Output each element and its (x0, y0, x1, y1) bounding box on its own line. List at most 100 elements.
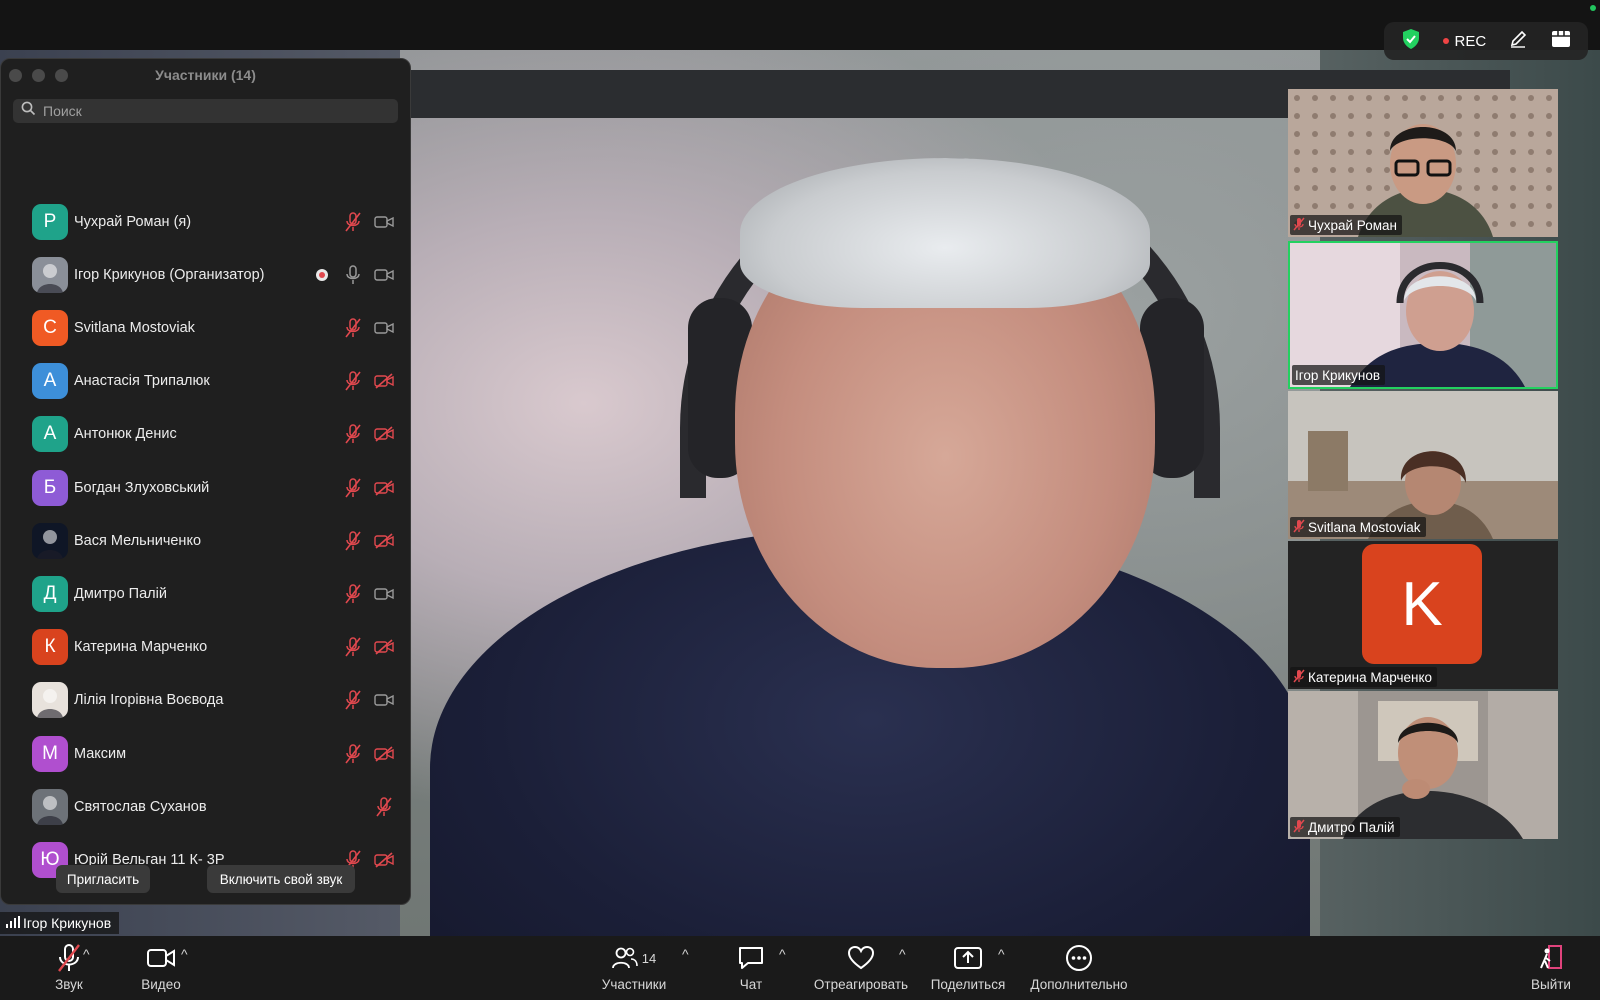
avatar: Р (32, 203, 68, 240)
video-thumbnails: Чухрай Роман Ігор Крикунов Svitlana Most… (1288, 89, 1558, 843)
thumbnail-avatar-initial: K (1401, 569, 1443, 639)
mic-muted-icon[interactable] (342, 743, 364, 765)
more-button[interactable]: Дополнительно (1024, 936, 1134, 1000)
camera-off-icon[interactable] (373, 530, 395, 552)
thumbnail-name: Дмитро Палій (1308, 819, 1395, 835)
chat-options-caret-icon[interactable]: ^ (779, 946, 786, 962)
thumbnail-label: Дмитро Палій (1290, 817, 1400, 837)
participant-name: Богдан Злуховський (74, 479, 210, 496)
participant-row[interactable]: С Svitlana Mostoviak (1, 301, 410, 354)
camera-off-icon[interactable] (373, 849, 395, 871)
leave-button[interactable]: Выйти (1520, 936, 1582, 1000)
audio-label: Звук (55, 977, 83, 992)
mic-muted-icon (55, 942, 83, 974)
mic-muted-icon[interactable] (342, 211, 364, 233)
mic-muted-icon[interactable] (342, 689, 364, 711)
audio-button[interactable]: Звук (34, 936, 104, 1000)
camera-off-icon[interactable] (373, 423, 395, 445)
participant-row[interactable]: Святослав Суханов (1, 780, 410, 833)
camera-off-icon[interactable] (373, 477, 395, 499)
active-speaker-name: Ігор Крикунов (23, 915, 112, 931)
mic-muted-icon[interactable] (342, 317, 364, 339)
react-options-caret-icon[interactable]: ^ (899, 946, 906, 962)
share-button[interactable]: Поделиться (928, 936, 1008, 1000)
camera-icon[interactable] (373, 689, 395, 711)
camera-icon[interactable] (373, 264, 395, 286)
camera-icon[interactable] (373, 211, 395, 233)
camera-icon[interactable] (373, 317, 395, 339)
camera-off-icon[interactable] (373, 743, 395, 765)
participant-name: Святослав Суханов (74, 798, 207, 815)
camera-off-icon[interactable] (373, 370, 395, 392)
thumbnail-name: Катерина Марченко (1308, 669, 1433, 685)
zoom-window-button[interactable] (55, 69, 68, 82)
avatar: А (32, 363, 68, 400)
participant-row[interactable]: Б Богдан Злуховський (1, 461, 410, 514)
chat-bubble-icon (737, 942, 765, 974)
participant-row[interactable]: Р Чухрай Роман (я) (1, 195, 410, 248)
mic-muted-icon[interactable] (373, 796, 395, 818)
more-label: Дополнительно (1030, 977, 1128, 992)
avatar: К (32, 629, 68, 666)
mic-muted-icon[interactable] (342, 370, 364, 392)
mic-muted-icon[interactable] (342, 583, 364, 605)
unmute-self-button[interactable]: Включить свой звук (207, 865, 355, 893)
mic-muted-icon[interactable] (342, 636, 364, 658)
participants-options-caret-icon[interactable]: ^ (682, 946, 689, 962)
thumbnail-avatar: K (1362, 544, 1482, 664)
mic-muted-icon (1293, 519, 1305, 536)
search-icon (21, 101, 36, 121)
annotate-pencil-icon[interactable] (1508, 29, 1528, 54)
thumbnail-tile[interactable]: Дмитро Палій (1288, 691, 1558, 839)
participant-row[interactable]: Лілія Ігорівна Воєвода (1, 674, 410, 727)
mic-muted-icon[interactable] (342, 477, 364, 499)
recording-dot-icon (1443, 38, 1450, 44)
participant-name: Чухрай Роман (я) (74, 213, 192, 230)
avatar: Б (32, 469, 68, 506)
participant-name: Катерина Марченко (74, 639, 208, 656)
meeting-toolbar: Звук ^ Видео ^ 14 Участники ^ Чат ^ Отре… (0, 936, 1600, 1000)
invite-button[interactable]: Пригласить (56, 865, 150, 893)
video-options-caret-icon[interactable]: ^ (181, 946, 188, 962)
thumbnail-label: Ігор Крикунов (1292, 365, 1386, 385)
thumbnail-tile-active-speaker[interactable]: Ігор Крикунов (1288, 241, 1558, 389)
thumbnail-label: Чухрай Роман (1290, 215, 1402, 235)
recording-indicator[interactable]: REC (1443, 33, 1486, 50)
active-speaker-label: Ігор Крикунов (0, 912, 120, 934)
audio-options-caret-icon[interactable]: ^ (83, 946, 90, 962)
participant-row[interactable]: А Антонюк Денис (1, 408, 410, 461)
react-label: Отреагировать (813, 977, 909, 992)
camera-off-icon[interactable] (373, 636, 395, 658)
search-input[interactable] (43, 103, 383, 119)
avatar (32, 788, 68, 825)
participant-row[interactable]: Ігор Крикунов (Организатор) (1, 248, 410, 301)
participant-name: Ігор Крикунов (Организатор) (74, 266, 265, 283)
mic-muted-icon[interactable] (342, 423, 364, 445)
share-options-caret-icon[interactable]: ^ (998, 946, 1005, 962)
minimize-window-button[interactable] (32, 69, 45, 82)
participant-row[interactable]: Вася Мельниченко (1, 514, 410, 567)
view-grid-icon[interactable] (1551, 30, 1571, 53)
avatar: А (32, 416, 68, 453)
security-shield-icon[interactable] (1401, 28, 1421, 55)
avatar (32, 256, 68, 293)
participant-name: Антонюк Денис (74, 426, 177, 443)
mic-icon[interactable] (342, 264, 364, 286)
heart-icon (847, 942, 875, 974)
participant-row[interactable]: К Катерина Марченко (1, 621, 410, 674)
mic-muted-icon (1293, 669, 1305, 686)
thumbnail-name: Svitlana Mostoviak (1308, 519, 1421, 535)
thumbnail-tile[interactable]: Чухрай Роман (1288, 89, 1558, 237)
mic-muted-icon[interactable] (342, 530, 364, 552)
thumbnail-tile[interactable]: K Катерина Марченко (1288, 541, 1558, 689)
participant-row[interactable]: А Анастасія Трипалюк (1, 355, 410, 408)
thumbnail-name: Ігор Крикунов (1295, 367, 1381, 383)
close-window-button[interactable] (9, 69, 22, 82)
chat-button[interactable]: Чат (720, 936, 782, 1000)
participant-row[interactable]: Д Дмитро Палій (1, 567, 410, 620)
thumbnail-tile[interactable]: Svitlana Mostoviak (1288, 391, 1558, 539)
participant-row[interactable]: М Максим (1, 727, 410, 780)
participant-name: Вася Мельниченко (74, 532, 202, 549)
participants-button[interactable]: 14 Участники (592, 936, 676, 1000)
camera-icon[interactable] (373, 583, 395, 605)
